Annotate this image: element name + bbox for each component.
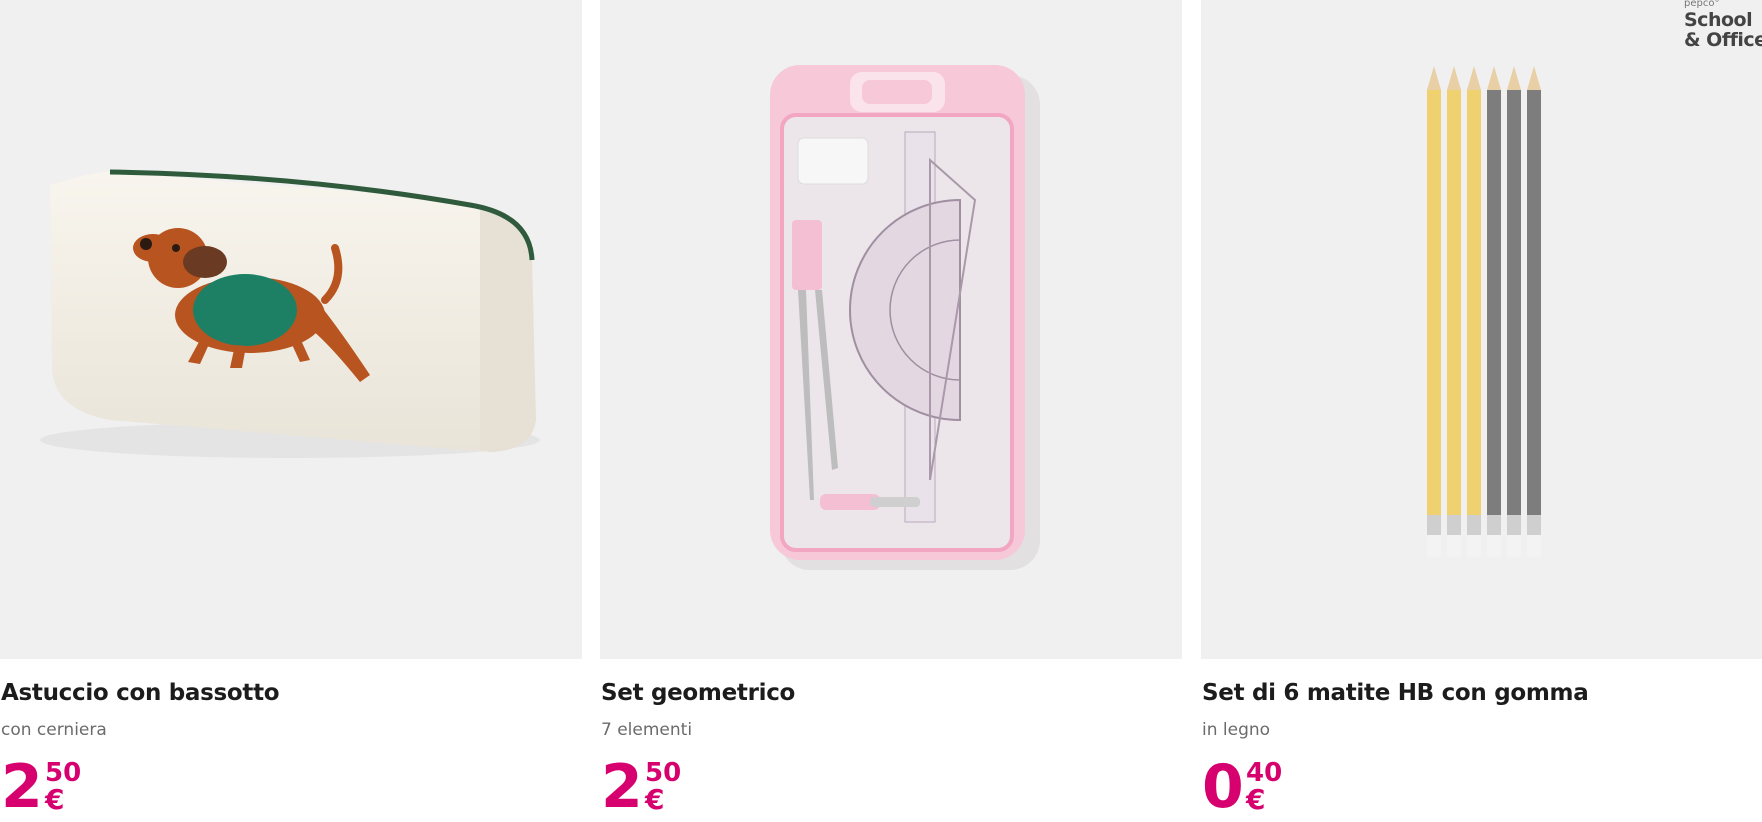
product-title[interactable]: Set geometrico [601,680,795,706]
product-card[interactable]: Set di 6 matite HB con gomma in legno 0 … [1201,0,1762,822]
product-image-geometry-set[interactable] [600,0,1182,659]
brand-name: pepco° [1684,0,1720,9]
product-subtitle: con cerniera [1,720,107,740]
price-integer: 0 [1202,752,1244,822]
pencil-case-illustration [40,169,540,458]
product-card[interactable]: Set geometrico 7 elementi 2 50 € [600,0,1182,822]
product-card[interactable]: Astuccio con bassotto con cerniera 2 50 … [0,0,582,822]
product-subtitle: in legno [1202,720,1271,740]
brand-line-1: School [1684,9,1753,31]
price-integer: 2 [1,752,43,822]
product-subtitle: 7 elementi [601,720,693,740]
brand-line-2: & Office [1684,29,1762,51]
price-currency: € [1246,783,1266,816]
brand-logo: pepco° School & Office [1682,0,1762,54]
product-image-pencil-case[interactable] [0,0,582,659]
price-currency: € [645,783,665,816]
product-title[interactable]: Set di 6 matite HB con gomma [1202,680,1589,706]
product-title[interactable]: Astuccio con bassotto [1,680,280,706]
pencils-illustration [1427,66,1541,557]
price-currency: € [45,783,65,816]
product-image-pencils[interactable] [1201,0,1762,659]
price-integer: 2 [601,752,643,822]
geometry-set-illustration [770,65,1040,570]
